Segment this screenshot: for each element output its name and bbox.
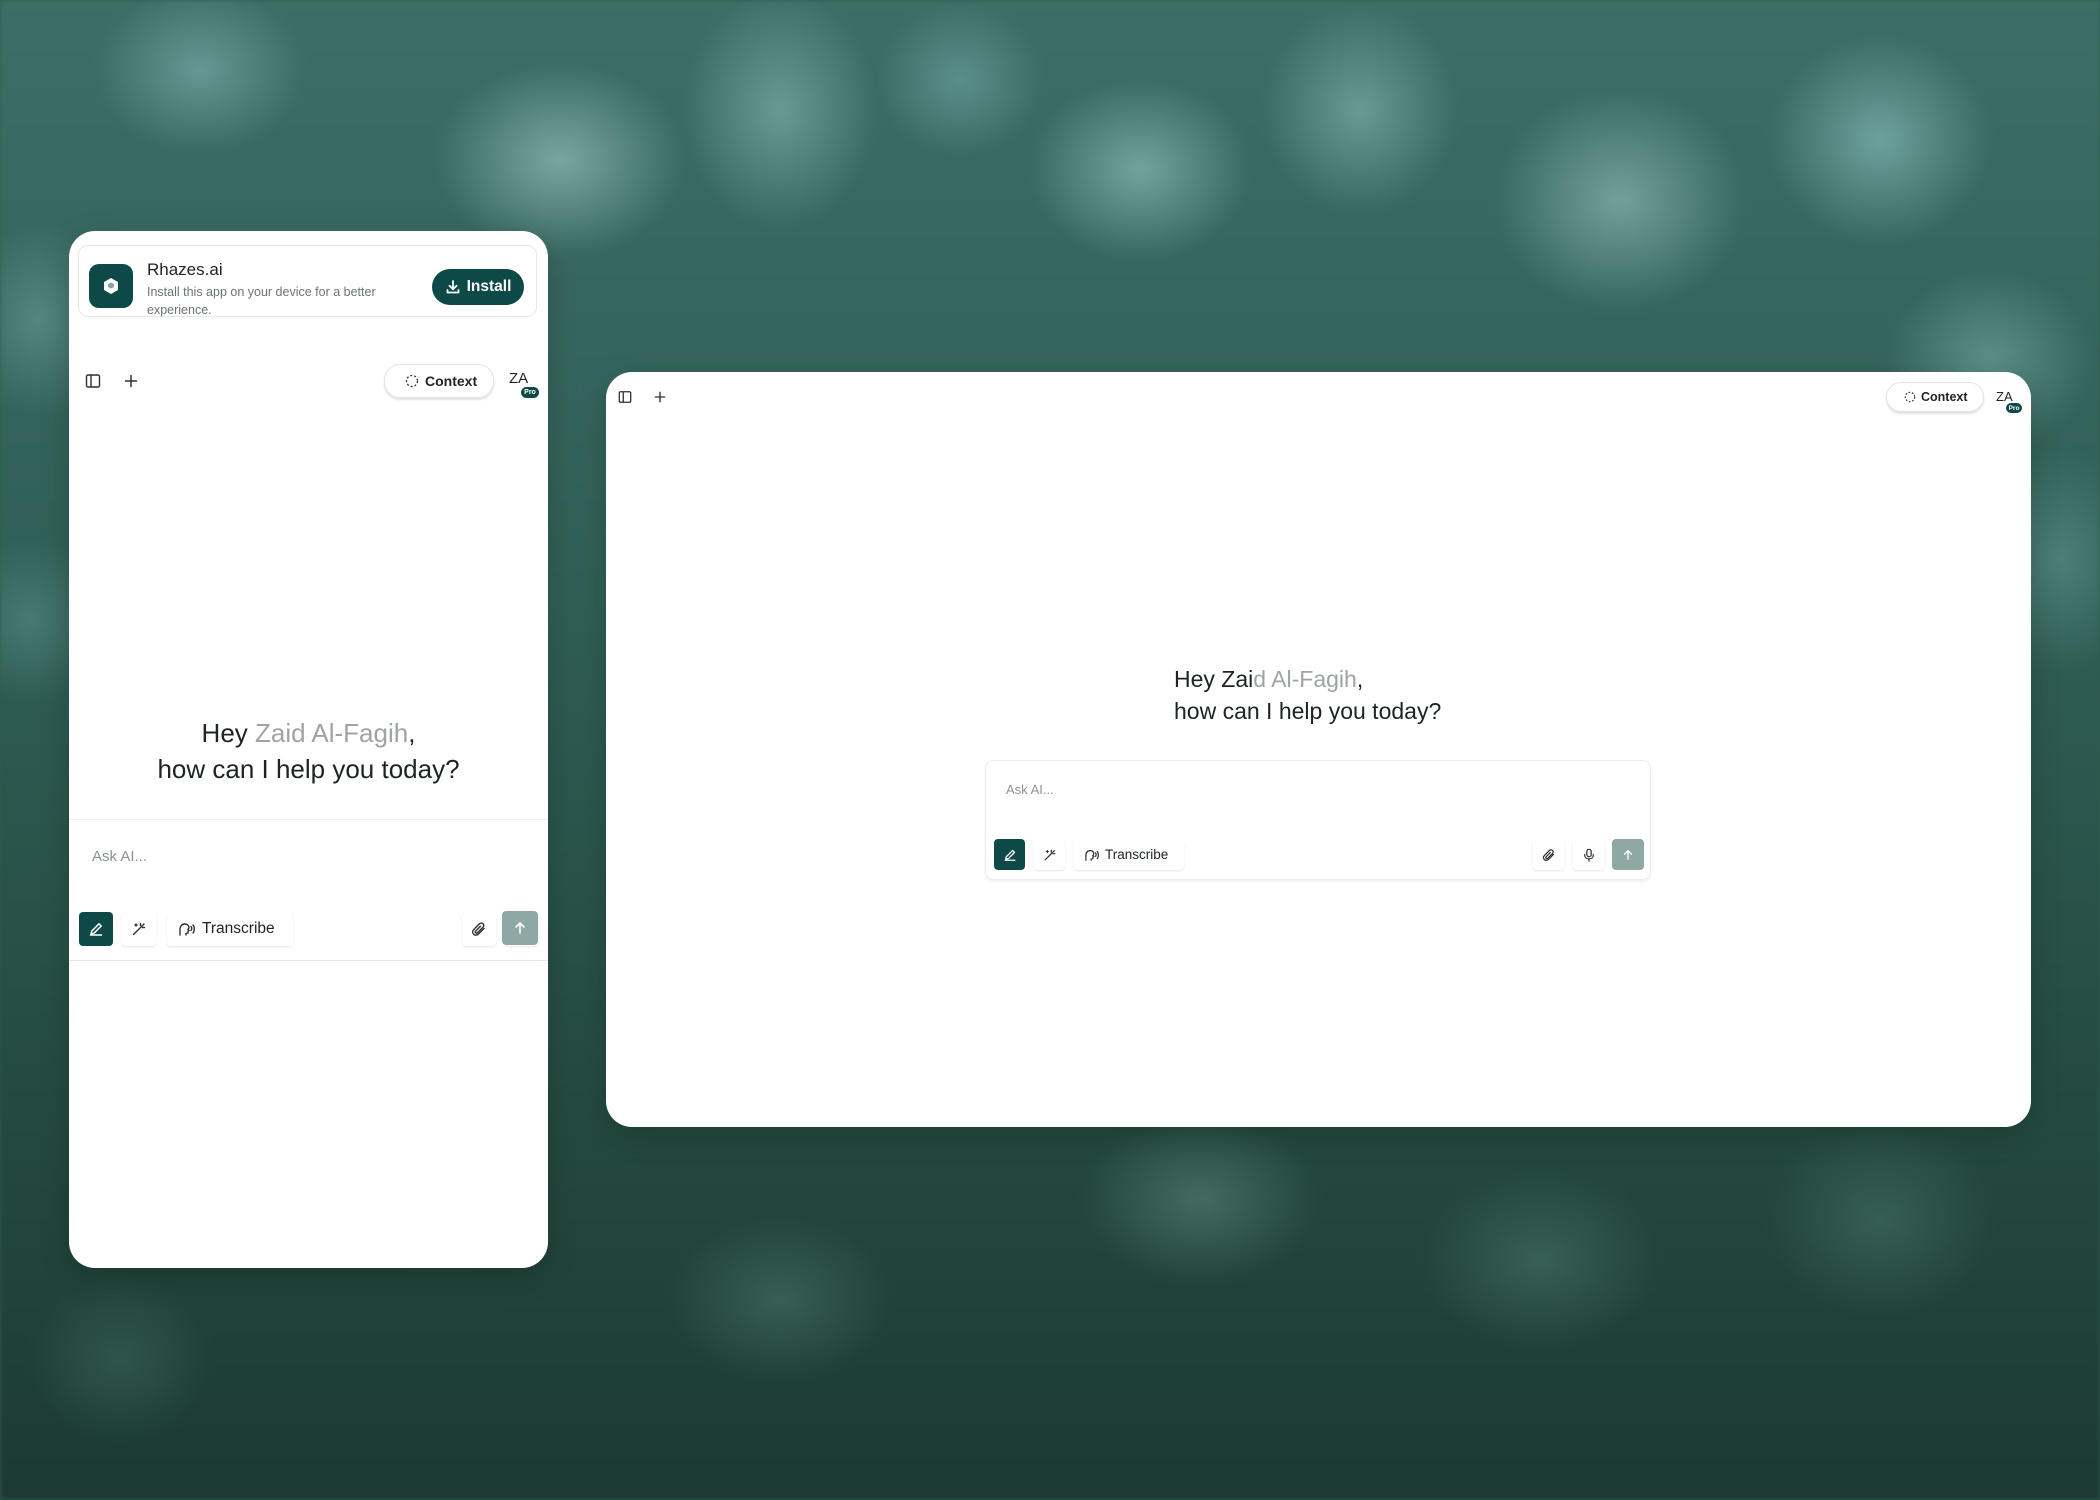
greeting-user-name: Zaid Al-Fagih bbox=[255, 718, 409, 748]
write-mode-button[interactable] bbox=[79, 912, 113, 946]
send-button[interactable] bbox=[502, 911, 538, 945]
greeting-question: how can I help you today? bbox=[157, 754, 460, 784]
greeting-comma: , bbox=[1356, 666, 1364, 692]
install-label: Install bbox=[466, 278, 512, 295]
magic-wand-icon bbox=[132, 922, 146, 936]
context-button[interactable]: Context bbox=[384, 364, 494, 398]
install-app-banner: Rhazes.ai Install this app on your devic… bbox=[78, 245, 537, 317]
attach-file-button[interactable] bbox=[1533, 839, 1564, 870]
sidebar-icon bbox=[618, 391, 632, 403]
arrow-up-icon bbox=[515, 922, 525, 934]
transcribe-button[interactable]: Transcribe bbox=[167, 912, 293, 946]
context-label: Context bbox=[425, 373, 478, 389]
install-button[interactable]: Install bbox=[432, 269, 524, 305]
greeting-hey: Hey bbox=[1174, 666, 1215, 692]
new-chat-button[interactable] bbox=[650, 387, 670, 407]
context-dashed-circle-icon bbox=[1904, 391, 1916, 403]
greeting-hey: Hey bbox=[201, 718, 248, 748]
chat-composer: Ask AI... Transcribe bbox=[69, 819, 548, 961]
ask-ai-input[interactable]: Ask AI... bbox=[92, 848, 147, 865]
user-avatar[interactable]: ZA bbox=[1996, 389, 2013, 404]
plus-icon bbox=[654, 391, 666, 403]
context-label: Context bbox=[1921, 390, 1968, 404]
sidebar-icon bbox=[85, 374, 101, 388]
sidebar-toggle-button[interactable] bbox=[615, 387, 635, 407]
download-icon bbox=[446, 280, 459, 294]
context-button[interactable]: Context bbox=[1886, 382, 1984, 412]
greeting-heading: Hey Zaid Al-Fagih, how can I help you to… bbox=[69, 715, 548, 787]
context-dashed-circle-icon bbox=[405, 374, 419, 388]
greeting-user-name-dark: Zai bbox=[1221, 666, 1254, 692]
paperclip-icon bbox=[472, 922, 485, 936]
magic-enhance-button[interactable] bbox=[122, 912, 156, 946]
attach-file-button[interactable] bbox=[462, 912, 496, 946]
arrow-up-icon bbox=[1623, 849, 1633, 860]
greeting-question: how can I help you today? bbox=[1174, 698, 1442, 724]
app-logo-icon bbox=[89, 264, 133, 308]
greeting-user-name-muted: d Al-Fagih bbox=[1253, 666, 1357, 692]
desktop-app-window: Context ZA Pro Hey Zaid Al-Fagih, how ca… bbox=[606, 372, 2031, 1127]
install-description: Install this app on your device for a be… bbox=[147, 285, 376, 317]
new-chat-button[interactable] bbox=[119, 369, 143, 393]
magic-enhance-button[interactable] bbox=[1034, 839, 1065, 870]
transcribe-label: Transcribe bbox=[202, 920, 275, 937]
mobile-app-window: Rhazes.ai Install this app on your devic… bbox=[69, 231, 548, 1268]
pro-badge: Pro bbox=[521, 387, 539, 398]
microphone-button[interactable] bbox=[1573, 839, 1604, 870]
magic-wand-icon bbox=[1044, 849, 1055, 860]
plus-icon bbox=[124, 374, 138, 388]
user-avatar[interactable]: ZA bbox=[509, 370, 528, 387]
avatar-initials: ZA bbox=[509, 370, 529, 387]
send-button[interactable] bbox=[1612, 839, 1644, 870]
transcribe-label: Transcribe bbox=[1105, 847, 1169, 862]
avatar-initials: ZA bbox=[1996, 389, 2013, 404]
app-name: Rhazes.ai bbox=[147, 260, 223, 279]
pro-badge: Pro bbox=[2006, 403, 2022, 413]
write-mode-button[interactable] bbox=[994, 839, 1025, 870]
chat-composer: Ask AI... Transcribe bbox=[985, 760, 1651, 880]
pencil-icon bbox=[89, 923, 103, 936]
greeting-heading: Hey Zaid Al-Fagih, how can I help you to… bbox=[1174, 663, 1494, 727]
paperclip-icon bbox=[1542, 848, 1554, 861]
speaking-head-icon bbox=[1085, 849, 1099, 861]
transcribe-button[interactable]: Transcribe bbox=[1074, 839, 1184, 870]
greeting-comma: , bbox=[408, 718, 416, 748]
sidebar-toggle-button[interactable] bbox=[81, 369, 105, 393]
microphone-icon bbox=[1583, 848, 1594, 862]
speaking-head-icon bbox=[179, 923, 195, 936]
pencil-icon bbox=[1004, 849, 1015, 861]
ask-ai-input[interactable]: Ask AI... bbox=[1006, 782, 1054, 797]
